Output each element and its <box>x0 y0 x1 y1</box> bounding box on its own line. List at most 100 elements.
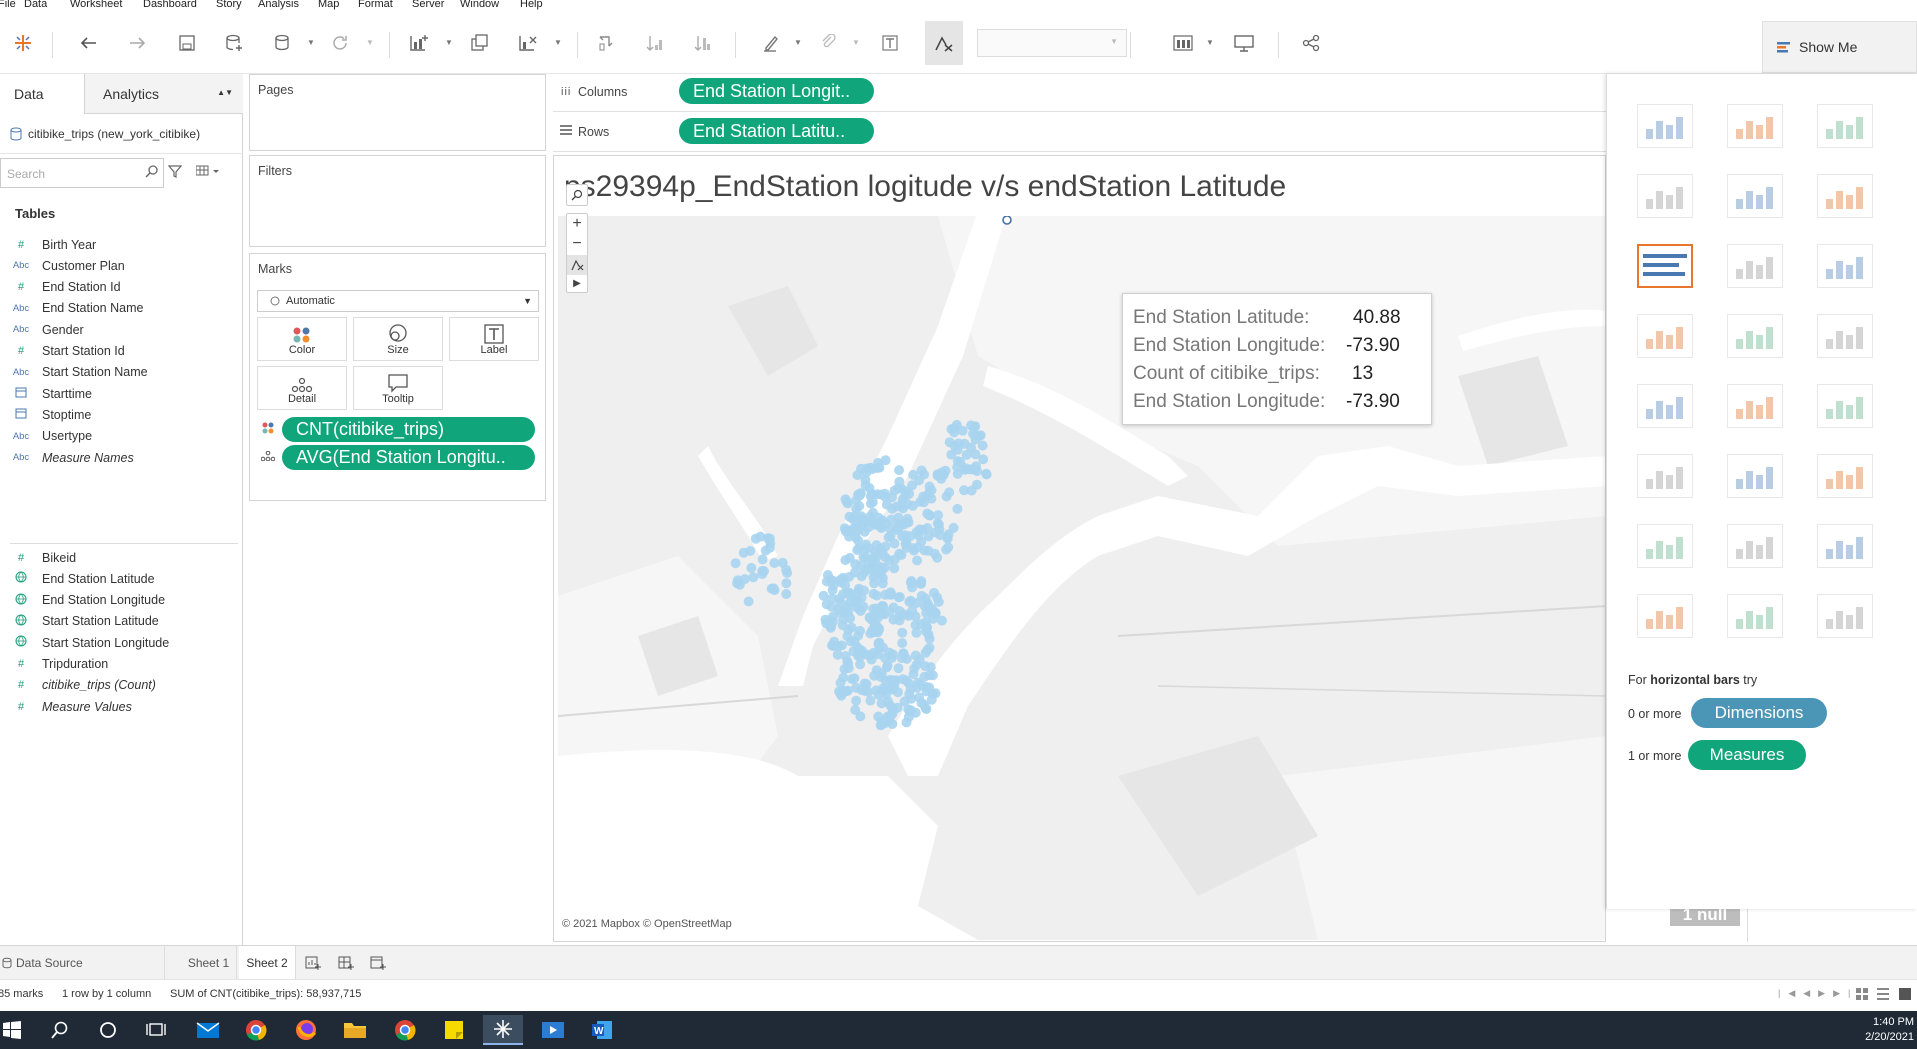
field-item[interactable]: # Measure Values <box>0 696 243 717</box>
dual-lines-icon[interactable] <box>1817 384 1873 428</box>
sort-ascending-icon[interactable] <box>641 29 669 57</box>
dual-combination-icon[interactable] <box>1817 454 1873 498</box>
mail-icon[interactable] <box>188 1015 228 1045</box>
station-mark[interactable] <box>781 589 792 599</box>
station-mark[interactable] <box>912 555 923 566</box>
detail-button[interactable]: Detail <box>257 366 347 410</box>
station-mark[interactable] <box>905 577 916 588</box>
station-mark[interactable] <box>818 590 829 601</box>
station-mark[interactable] <box>880 541 891 552</box>
histogram-icon[interactable] <box>1727 524 1783 568</box>
station-mark[interactable] <box>848 523 859 534</box>
station-mark[interactable] <box>874 568 885 579</box>
reset-map-icon[interactable] <box>567 255 587 275</box>
field-item[interactable]: Abc End Station Name <box>0 298 243 319</box>
redo-icon[interactable] <box>124 29 152 57</box>
station-mark[interactable] <box>953 438 964 449</box>
station-mark[interactable] <box>836 640 847 651</box>
station-mark[interactable] <box>957 425 968 436</box>
map-canvas[interactable] <box>558 216 1606 940</box>
new-story-icon[interactable] <box>370 956 386 973</box>
pie-chart-icon[interactable] <box>1817 174 1873 218</box>
station-mark[interactable] <box>893 483 904 494</box>
menu-analysis[interactable]: Analysis <box>258 0 299 10</box>
station-mark[interactable] <box>879 488 890 499</box>
station-mark[interactable] <box>825 622 836 633</box>
bullet-graph-icon[interactable] <box>1727 594 1783 638</box>
play-icon[interactable]: ▶ <box>567 275 587 293</box>
station-mark[interactable] <box>894 611 905 621</box>
field-item[interactable]: # Birth Year <box>0 234 243 255</box>
station-mark[interactable] <box>884 647 895 658</box>
station-mark[interactable] <box>904 689 915 700</box>
gantt-chart-icon[interactable] <box>1637 594 1693 638</box>
station-mark[interactable] <box>864 650 875 661</box>
mark-type-dropdown[interactable]: Automatic ▼ <box>257 290 539 312</box>
station-mark[interactable] <box>901 675 912 686</box>
menu-dashboard[interactable]: Dashboard <box>143 0 197 10</box>
text-table-icon[interactable] <box>1637 104 1693 148</box>
station-mark[interactable] <box>884 523 895 534</box>
station-mark[interactable] <box>897 638 908 649</box>
station-mark[interactable] <box>838 672 849 683</box>
station-mark[interactable] <box>978 454 989 465</box>
station-mark[interactable] <box>960 464 971 475</box>
field-item[interactable]: # Bikeid <box>0 547 243 568</box>
station-mark[interactable] <box>734 579 745 590</box>
station-mark[interactable] <box>935 530 946 541</box>
media-player-icon[interactable] <box>533 1015 573 1045</box>
station-mark[interactable] <box>949 427 960 438</box>
station-mark[interactable] <box>924 682 935 693</box>
chrome-icon[interactable] <box>236 1015 276 1045</box>
firefox-icon[interactable] <box>286 1015 326 1045</box>
tab-data[interactable]: Data <box>0 74 84 114</box>
side-by-side-circles-icon[interactable] <box>1817 314 1873 358</box>
circle-views-icon[interactable] <box>1727 314 1783 358</box>
station-mark[interactable] <box>901 517 912 528</box>
zoom-out-icon[interactable]: − <box>567 234 587 254</box>
heat-map-icon[interactable] <box>1727 104 1783 148</box>
columns-pill[interactable]: End Station Longit.. <box>679 78 874 104</box>
selected-mark[interactable] <box>1002 216 1012 225</box>
show-mark-labels-icon[interactable] <box>876 29 904 57</box>
save-icon[interactable] <box>173 29 201 57</box>
menu-worksheet[interactable]: Worksheet <box>70 0 122 10</box>
station-mark[interactable] <box>893 663 904 674</box>
station-mark[interactable] <box>835 597 846 608</box>
station-mark[interactable] <box>843 663 854 674</box>
station-mark[interactable] <box>839 523 850 534</box>
station-mark[interactable] <box>922 508 933 519</box>
tab-analytics[interactable]: Analytics ▲▼ <box>84 74 243 114</box>
station-mark[interactable] <box>855 711 866 722</box>
menu-format[interactable]: Format <box>358 0 393 10</box>
station-mark[interactable] <box>905 595 916 606</box>
station-mark[interactable] <box>896 550 907 560</box>
station-mark[interactable] <box>755 531 766 542</box>
station-mark[interactable] <box>981 469 992 480</box>
side-by-side-bars-icon[interactable] <box>1817 244 1873 288</box>
station-mark[interactable] <box>777 557 788 568</box>
field-item[interactable]: Abc Gender <box>0 319 243 340</box>
station-mark[interactable] <box>944 487 955 498</box>
station-mark[interactable] <box>888 675 899 686</box>
station-mark[interactable] <box>940 465 951 476</box>
field-item[interactable]: Abc Measure Names <box>0 447 243 468</box>
station-mark[interactable] <box>879 609 890 620</box>
menu-data[interactable]: Data <box>24 0 47 10</box>
station-mark[interactable] <box>922 622 933 633</box>
station-mark[interactable] <box>952 456 963 467</box>
field-item[interactable]: # End Station Id <box>0 277 243 298</box>
tableau-app-icon[interactable] <box>483 1015 523 1045</box>
station-mark[interactable] <box>893 592 904 603</box>
station-mark[interactable] <box>821 599 832 610</box>
station-mark[interactable] <box>847 674 857 685</box>
field-item[interactable]: End Station Latitude <box>0 568 243 589</box>
station-mark[interactable] <box>859 585 869 596</box>
filmstrip-icon[interactable] <box>1876 987 1890 1004</box>
rows-pill[interactable]: End Station Latitu.. <box>679 118 874 144</box>
station-mark[interactable] <box>858 601 869 612</box>
discrete-lines-icon[interactable] <box>1727 384 1783 428</box>
new-worksheet-icon[interactable] <box>305 956 321 973</box>
zoom-in-icon[interactable]: + <box>567 214 587 234</box>
filters-card[interactable]: Filters <box>249 155 546 247</box>
